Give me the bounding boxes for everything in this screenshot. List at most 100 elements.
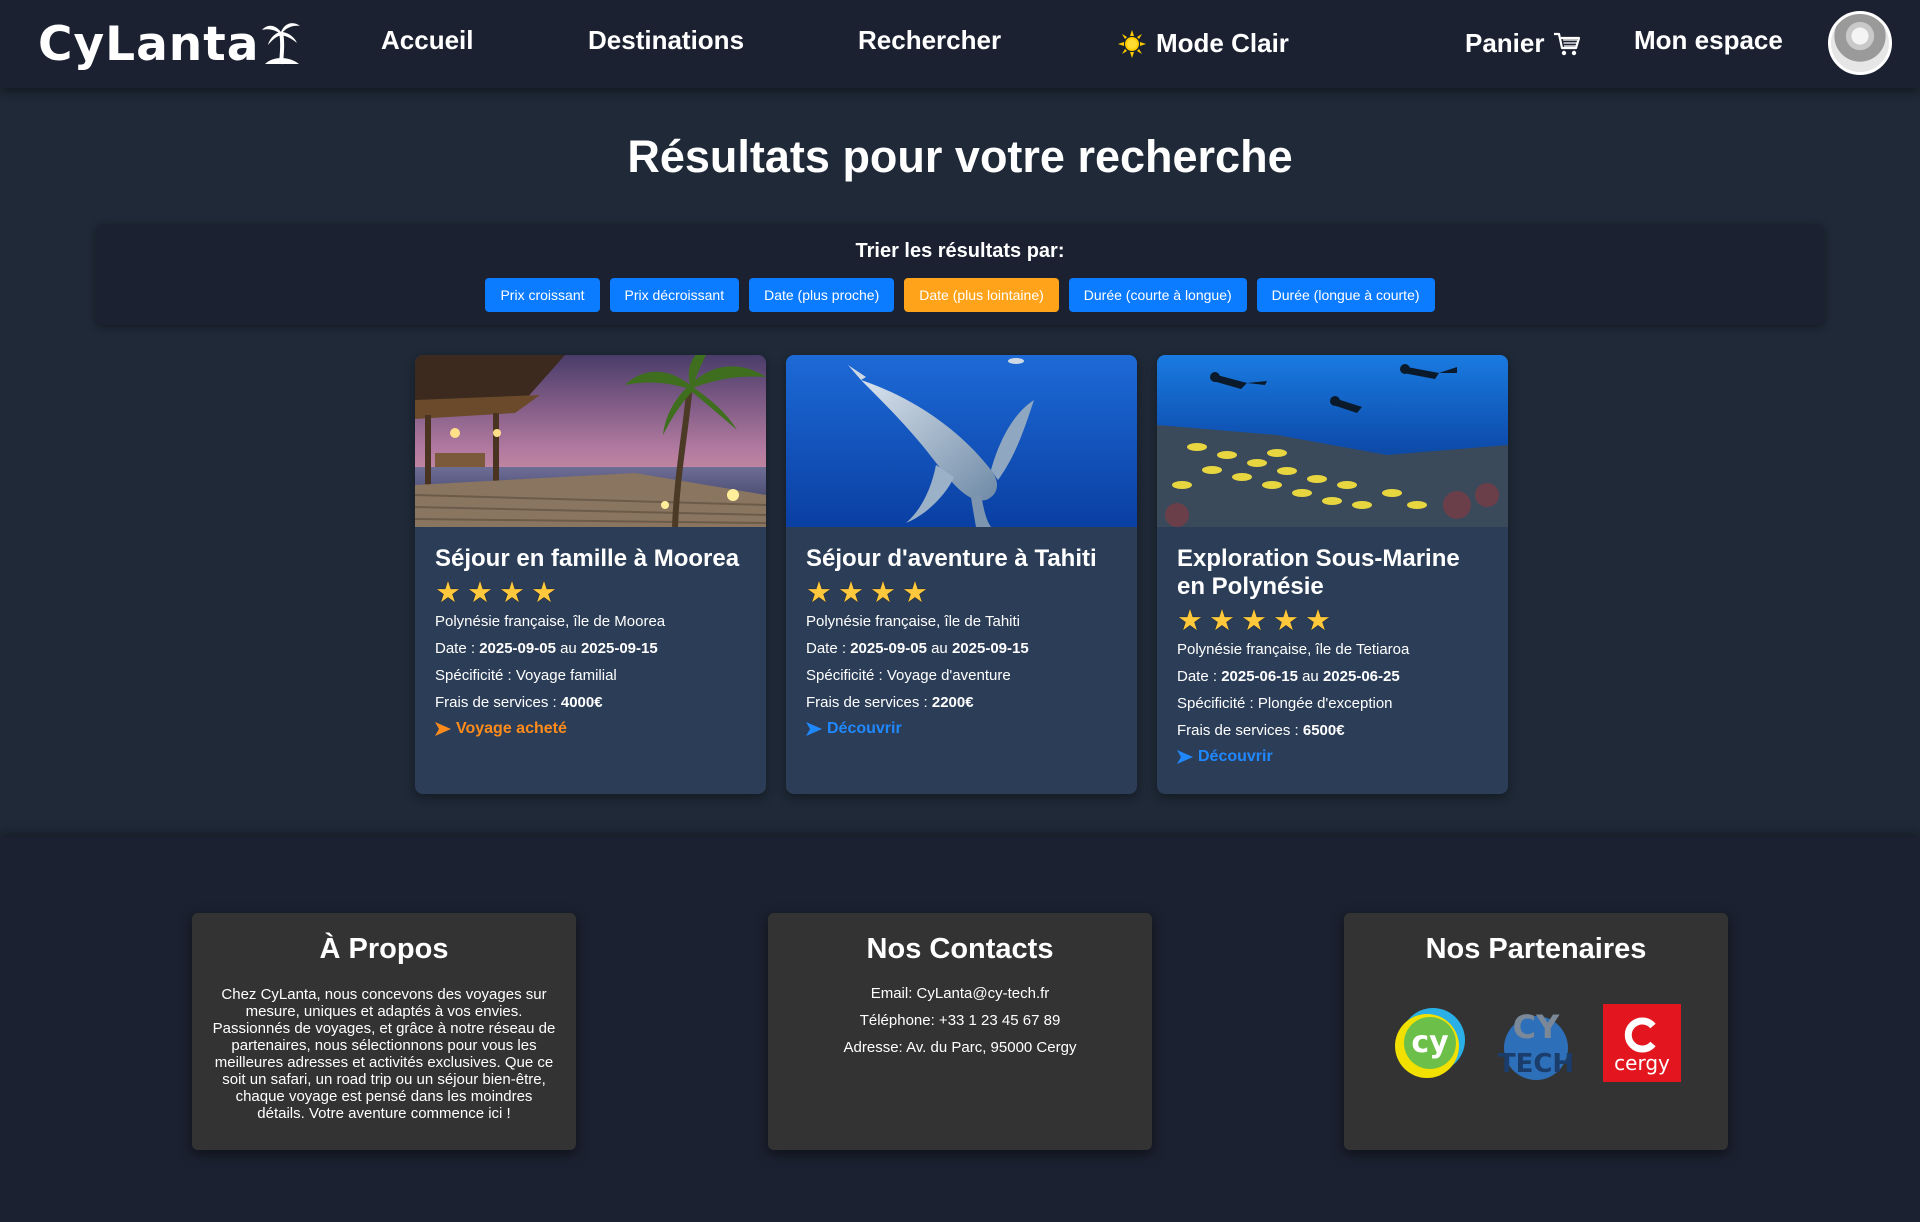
- site-logo[interactable]: CyLanta: [38, 16, 301, 72]
- link-label: Découvrir: [827, 720, 902, 737]
- nav-accueil-link[interactable]: Accueil: [381, 25, 474, 56]
- nav-rechercher-link[interactable]: Rechercher: [858, 25, 1001, 56]
- sort-price-asc-button[interactable]: Prix croissant: [485, 278, 600, 312]
- date-prefix: Date :: [806, 640, 851, 657]
- cy-logo[interactable]: cy: [1391, 1004, 1469, 1082]
- star-icon: ★: [499, 577, 525, 609]
- fees-prefix: Frais de services :: [806, 694, 932, 711]
- trip-specificity: Spécificité : Plongée d'exception: [1177, 695, 1393, 712]
- sun-icon: [1118, 29, 1146, 58]
- star-icon: ★: [806, 577, 832, 609]
- partners-section: Nos Partenaires cy CY TECH cergy: [1344, 913, 1728, 1150]
- trip-title: Séjour d'aventure à Tahiti: [806, 545, 1097, 572]
- star-icon: ★: [1305, 605, 1331, 637]
- star-icon: ★: [435, 577, 461, 609]
- star-icon: ★: [1177, 605, 1203, 637]
- date-separator: au: [1297, 668, 1323, 685]
- trip-image-moorea[interactable]: [415, 355, 766, 527]
- trip-dates: Date : 2025-09-05 au 2025-09-15: [435, 635, 746, 662]
- star-icon: ★: [1241, 605, 1267, 637]
- date-end: 2025-09-15: [580, 640, 658, 657]
- nav-destinations-link[interactable]: Destinations: [588, 25, 744, 56]
- fees-value: 6500€: [1302, 722, 1345, 739]
- trip-fees: Frais de services : 4000€: [435, 689, 746, 716]
- date-start: 2025-09-05: [479, 640, 556, 657]
- top-navbar: CyLanta Accueil Destinations Rechercher …: [0, 0, 1920, 88]
- about-text: Chez CyLanta, nous concevons des voyages…: [212, 986, 556, 1122]
- trip-card[interactable]: Séjour d'aventure à Tahiti ★ ★ ★ ★ Polyn…: [786, 355, 1137, 794]
- rating-stars: ★ ★ ★ ★: [806, 578, 1117, 608]
- sort-price-desc-button[interactable]: Prix décroissant: [609, 278, 740, 312]
- nav-mon-espace-link[interactable]: Mon espace: [1634, 25, 1783, 56]
- sort-duration-long-short-button[interactable]: Durée (longue à courte): [1256, 278, 1435, 312]
- date-prefix: Date :: [435, 640, 480, 657]
- trip-title: Exploration Sous-Marine en Polynésie: [1177, 545, 1460, 600]
- date-end: 2025-06-25: [1322, 668, 1400, 685]
- sort-panel: Trier les résultats par: Prix croissant …: [96, 224, 1824, 325]
- voyage-achete-link[interactable]: Voyage acheté: [435, 720, 746, 738]
- results-list: Séjour en famille à Moorea ★ ★ ★ ★ Polyn…: [415, 355, 1508, 794]
- trip-image-tahiti[interactable]: [786, 355, 1137, 527]
- star-icon: ★: [467, 577, 493, 609]
- sort-button-group: Prix croissant Prix décroissant Date (pl…: [96, 278, 1824, 312]
- nav-panier-link[interactable]: Panier: [1465, 28, 1581, 59]
- sort-duration-short-long-button[interactable]: Durée (courte à longue): [1068, 278, 1247, 312]
- trip-card[interactable]: Exploration Sous-Marine en Polynésie ★ ★…: [1157, 355, 1508, 794]
- trip-specificity: Spécificité : Voyage d'aventure: [806, 667, 1011, 684]
- mode-toggle-label: Mode Clair: [1156, 28, 1289, 58]
- contact-title: Nos Contacts: [866, 933, 1054, 965]
- star-icon: ★: [902, 577, 928, 609]
- star-icon: ★: [1209, 605, 1235, 637]
- arrow-right-icon: [1177, 750, 1193, 764]
- cy-logo-text: cy: [1411, 1025, 1449, 1060]
- contact-address: Adresse: Av. du Parc, 95000 Cergy: [843, 1039, 1077, 1056]
- partners-title: Nos Partenaires: [1425, 933, 1647, 965]
- star-icon: ★: [870, 577, 896, 609]
- rating-stars: ★ ★ ★ ★ ★: [1177, 606, 1488, 636]
- fees-value: 2200€: [931, 694, 974, 711]
- link-label: Découvrir: [1198, 748, 1273, 765]
- link-label: Voyage acheté: [456, 720, 567, 737]
- trip-fees: Frais de services : 2200€: [806, 689, 1117, 716]
- footer: À Propos Chez CyLanta, nous concevons de…: [0, 837, 1920, 1222]
- about-title: À Propos: [319, 933, 449, 965]
- sort-label: Trier les résultats par:: [855, 240, 1065, 262]
- decouvrir-link[interactable]: Découvrir: [1177, 748, 1488, 766]
- mode-toggle-button[interactable]: Mode Clair: [1118, 28, 1289, 59]
- trip-specificity: Spécificité : Voyage familial: [435, 667, 617, 684]
- date-start: 2025-09-05: [850, 640, 927, 657]
- sort-date-far-button[interactable]: Date (plus lointaine): [904, 278, 1059, 312]
- trip-card[interactable]: Séjour en famille à Moorea ★ ★ ★ ★ Polyn…: [415, 355, 766, 794]
- cart-icon: [1553, 32, 1580, 55]
- trip-location: Polynésie française, île de Tahiti: [806, 613, 1021, 630]
- trip-dates: Date : 2025-09-05 au 2025-09-15: [806, 635, 1117, 662]
- avatar[interactable]: [1828, 11, 1892, 75]
- fees-prefix: Frais de services :: [435, 694, 561, 711]
- partner-logos: cy CY TECH cergy: [1344, 1004, 1728, 1082]
- trip-location: Polynésie française, île de Tetiaroa: [1177, 641, 1410, 658]
- contact-section: Nos Contacts Email: CyLanta@cy-tech.fr T…: [768, 913, 1152, 1150]
- date-separator: au: [555, 640, 581, 657]
- cy-tech-bottom-text: TECH: [1498, 1049, 1574, 1079]
- star-icon: ★: [531, 577, 557, 609]
- star-icon: ★: [1273, 605, 1299, 637]
- arrow-right-icon: [435, 722, 451, 736]
- trip-image-tetiaroa[interactable]: [1157, 355, 1508, 527]
- fees-prefix: Frais de services :: [1177, 722, 1303, 739]
- trip-location: Polynésie française, île de Moorea: [435, 613, 666, 630]
- star-icon: ★: [838, 577, 864, 609]
- fees-value: 4000€: [560, 694, 603, 711]
- cy-tech-logo[interactable]: CY TECH: [1497, 1004, 1575, 1082]
- panier-label: Panier: [1465, 28, 1545, 58]
- date-end: 2025-09-15: [951, 640, 1029, 657]
- decouvrir-link[interactable]: Découvrir: [806, 720, 1117, 738]
- rating-stars: ★ ★ ★ ★: [435, 578, 746, 608]
- sort-date-near-button[interactable]: Date (plus proche): [749, 278, 895, 312]
- cergy-logo[interactable]: cergy: [1603, 1004, 1681, 1082]
- contact-email[interactable]: Email: CyLanta@cy-tech.fr: [768, 980, 1152, 1007]
- about-section: À Propos Chez CyLanta, nous concevons de…: [192, 913, 576, 1150]
- date-start: 2025-06-15: [1221, 668, 1298, 685]
- cergy-logo-text: cergy: [1614, 1051, 1670, 1075]
- trip-dates: Date : 2025-06-15 au 2025-06-25: [1177, 663, 1488, 690]
- cy-tech-top-text: CY: [1513, 1008, 1560, 1046]
